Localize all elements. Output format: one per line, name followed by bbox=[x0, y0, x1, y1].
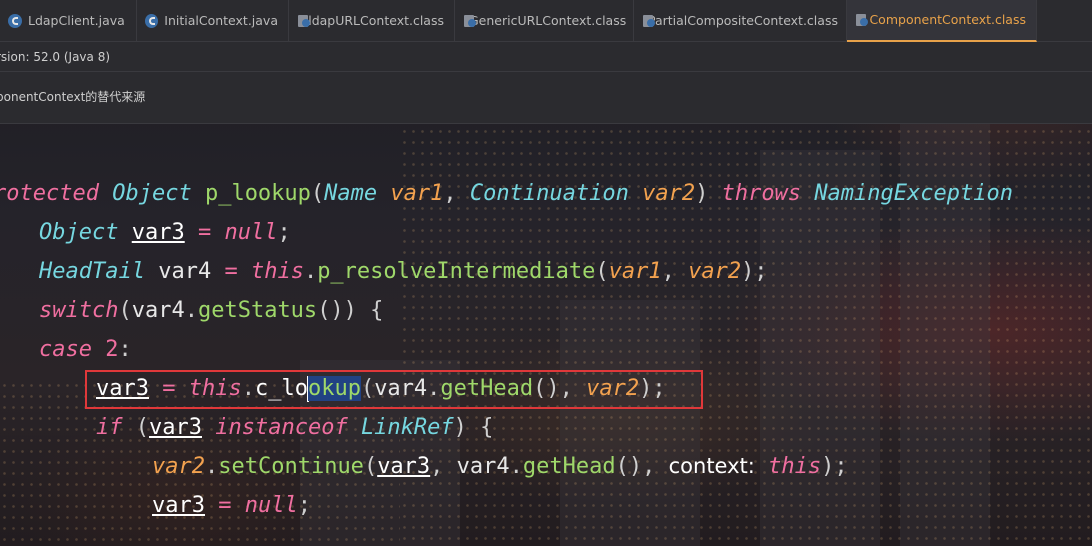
code-line: case 2: bbox=[39, 337, 132, 362]
code-line: var2.setContinue(var3, var4.getHead(), c… bbox=[152, 454, 848, 479]
alternative-source-bar: ponentContext的替代来源 bbox=[0, 72, 1092, 124]
editor-tab-bar: LdapClient.java InitialContext.java ldap… bbox=[0, 0, 1092, 42]
alternative-source-text[interactable]: ponentContext的替代来源 bbox=[0, 72, 145, 122]
tab-componentcontext-class[interactable]: ComponentContext.class bbox=[847, 0, 1037, 42]
bytecode-version-bar: rsion: 52.0 (Java 8) bbox=[0, 42, 1092, 72]
java-file-icon bbox=[8, 13, 22, 28]
class-file-icon bbox=[297, 14, 311, 28]
code-line: var3 = null; bbox=[152, 493, 311, 518]
code-line: Object var3 = null; bbox=[39, 220, 291, 245]
tab-ldapclient-java[interactable]: LdapClient.java bbox=[0, 0, 137, 42]
code-line: if (var3 instanceof LinkRef) { bbox=[96, 415, 494, 440]
code-line: HeadTail var4 = this.p_resolveIntermedia… bbox=[39, 259, 768, 284]
java-file-icon bbox=[145, 13, 159, 28]
code-line: rotected Object p_lookup(Name var1, Cont… bbox=[0, 181, 1013, 206]
class-file-icon bbox=[855, 13, 869, 27]
code-line: switch(var4.getStatus()) { bbox=[39, 298, 384, 323]
code-editor[interactable]: rotected Object p_lookup(Name var1, Cont… bbox=[0, 124, 1092, 546]
parameter-hint: context: bbox=[668, 454, 755, 478]
tab-ldapurlcontext-class[interactable]: ldapURLContext.class bbox=[289, 0, 455, 42]
bytecode-version-text: rsion: 52.0 (Java 8) bbox=[0, 50, 111, 64]
annotation-highlight-box bbox=[85, 370, 703, 409]
tab-partialcompositecontext-class[interactable]: PartialCompositeContext.class bbox=[634, 0, 847, 42]
tab-genericurlcontext-class[interactable]: GenericURLContext.class bbox=[455, 0, 634, 42]
tab-initialcontext-java[interactable]: InitialContext.java bbox=[137, 0, 289, 42]
